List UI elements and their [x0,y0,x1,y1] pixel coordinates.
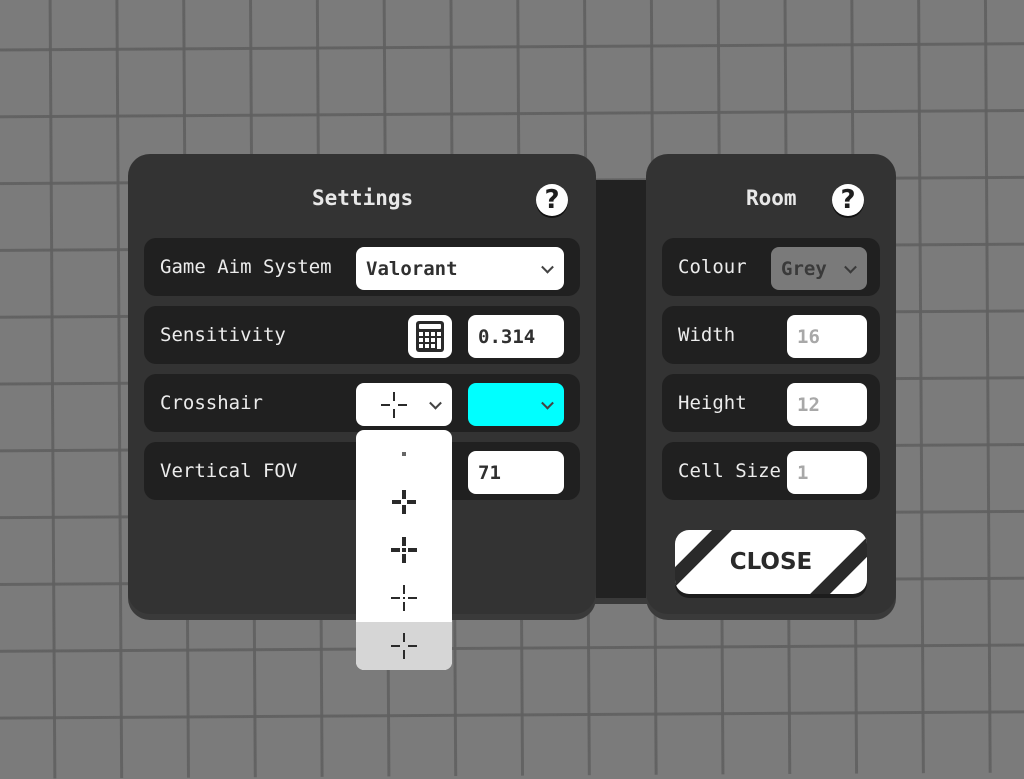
colour-label: Colour [678,256,747,278]
height-input[interactable]: 12 [787,383,867,426]
crosshair-style-select[interactable] [356,383,452,426]
chevron-down-icon [429,396,442,410]
width-placeholder: 16 [797,325,820,348]
crosshair-option-bold-dot[interactable] [356,526,452,574]
panel-connector [590,180,652,604]
crosshair-color-select[interactable] [468,383,564,426]
game-aim-system-select[interactable]: Valorant [356,247,564,290]
crosshair-option-dot[interactable] [356,430,452,478]
crosshair-label: Crosshair [160,392,263,414]
room-title: Room [746,186,797,210]
game-aim-system-label: Game Aim System [160,256,332,278]
crosshair-dot-icon [402,452,406,456]
close-label: CLOSE [729,549,813,575]
settings-title: Settings [312,186,414,210]
close-button[interactable]: CLOSE [675,530,867,594]
colour-value: Grey [781,257,827,280]
crosshair-style-dropdown [356,430,452,670]
crosshair-option-thin-dot[interactable] [356,574,452,622]
sensitivity-value: 0.314 [478,325,536,348]
height-placeholder: 12 [797,393,820,416]
vertical-fov-input[interactable]: 71 [468,451,564,494]
cell-size-placeholder: 1 [797,461,809,484]
room-help-icon[interactable]: ? [832,184,864,216]
height-label: Height [678,392,747,414]
chevron-down-icon [541,396,554,410]
vertical-fov-label: Vertical FOV [160,460,298,482]
width-input[interactable]: 16 [787,315,867,358]
calculator-button[interactable] [408,315,452,358]
settings-help-icon[interactable]: ? [536,184,568,216]
crosshair-bold-dot-icon [391,537,417,563]
crosshair-thin-gap-icon [391,633,417,659]
crosshair-thin-dot-icon [391,585,417,611]
chevron-down-icon [541,260,554,274]
sensitivity-input[interactable]: 0.314 [468,315,564,358]
cell-size-input[interactable]: 1 [787,451,867,494]
cell-size-label: Cell Size [678,460,781,482]
calculator-icon [416,321,444,352]
sensitivity-label: Sensitivity [160,324,286,346]
game-aim-system-value: Valorant [366,257,458,280]
crosshair-option-bold-gap[interactable] [356,478,452,526]
crosshair-bold-gap-icon [392,490,416,514]
width-label: Width [678,324,736,346]
chevron-down-icon [844,260,857,274]
vertical-fov-value: 71 [478,461,501,484]
crosshair-option-thin-gap[interactable] [356,622,452,670]
crosshair-thin-gap-icon [381,392,407,418]
colour-select[interactable]: Grey [771,247,867,290]
